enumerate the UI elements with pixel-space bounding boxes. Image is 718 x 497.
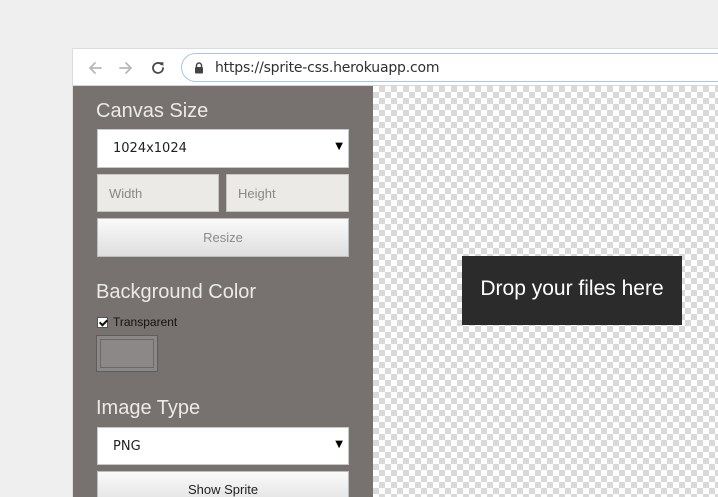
width-placeholder: Width	[109, 186, 143, 201]
browser-toolbar: https://sprite-css.herokuapp.com	[73, 49, 718, 86]
url-text: https://sprite-css.herokuapp.com	[215, 60, 440, 76]
image-type-title: Image Type	[96, 397, 201, 419]
background-color-swatch[interactable]	[96, 335, 158, 372]
sprite-canvas[interactable]: Drop your files here	[373, 86, 718, 497]
image-type-value: PNG	[113, 439, 141, 454]
reload-button[interactable]	[147, 57, 169, 79]
canvas-size-title: Canvas Size	[96, 100, 209, 122]
transparent-checkbox[interactable]	[97, 316, 108, 328]
lock-icon	[195, 62, 203, 74]
sidebar: Canvas Size 1024x1024 ▼ Width Height Res…	[73, 86, 373, 497]
transparent-option[interactable]: Transparent	[97, 315, 177, 329]
dropdown-caret-icon: ▼	[335, 141, 343, 152]
file-dropzone[interactable]: Drop your files here	[462, 256, 682, 325]
transparent-label: Transparent	[113, 315, 178, 329]
back-arrow-icon	[89, 62, 102, 74]
dropdown-caret-icon: ▼	[335, 439, 343, 450]
width-input[interactable]: Width	[97, 174, 219, 212]
back-button[interactable]	[84, 57, 106, 79]
background-color-title: Background Color	[96, 281, 257, 303]
height-input[interactable]: Height	[226, 174, 349, 212]
swatch-inner	[100, 339, 154, 368]
address-bar[interactable]: https://sprite-css.herokuapp.com	[181, 53, 718, 82]
reload-icon	[152, 62, 164, 74]
height-placeholder: Height	[238, 186, 276, 201]
resize-button[interactable]: Resize	[97, 218, 349, 257]
browser-window: https://sprite-css.herokuapp.com Canvas …	[72, 48, 718, 497]
canvas-size-value: 1024x1024	[113, 141, 187, 156]
show-sprite-button[interactable]: Show Sprite	[97, 471, 349, 497]
forward-arrow-icon	[119, 62, 132, 74]
image-type-select[interactable]: PNG ▼	[97, 427, 349, 465]
canvas-size-select[interactable]: 1024x1024 ▼	[97, 129, 349, 168]
forward-button[interactable]	[115, 57, 137, 79]
